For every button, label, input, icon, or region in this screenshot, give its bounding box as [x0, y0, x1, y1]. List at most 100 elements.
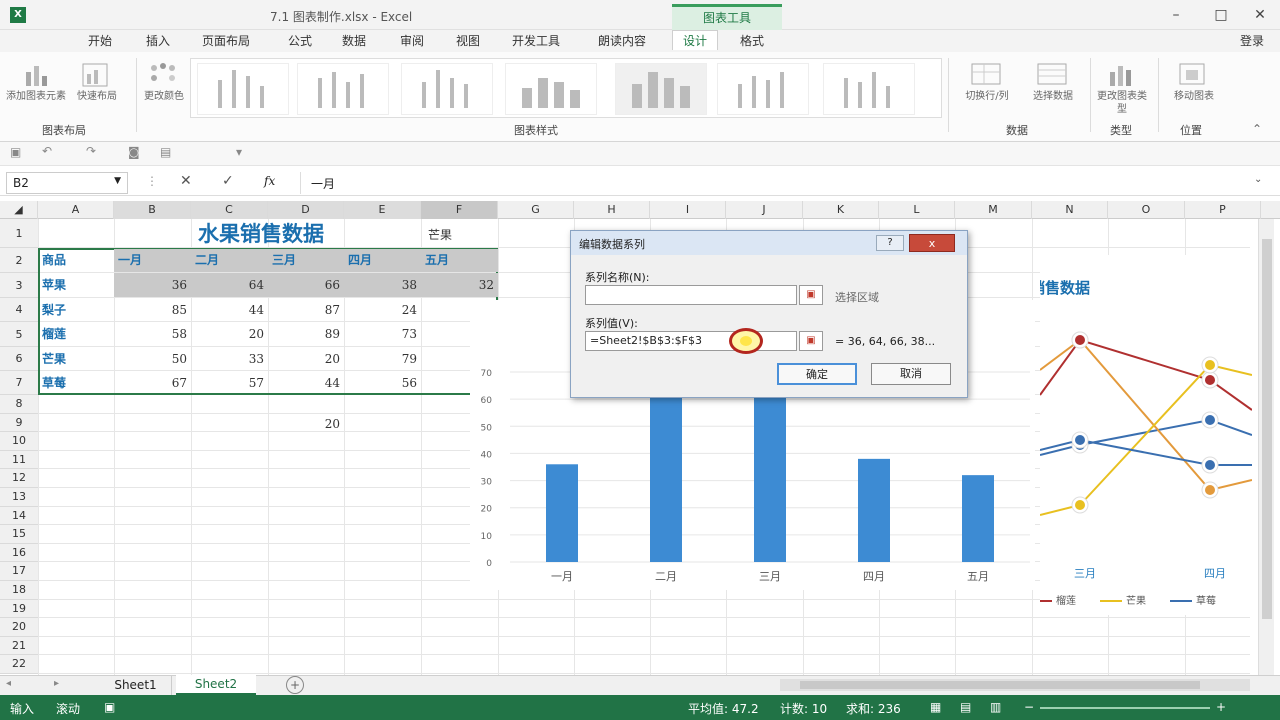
row-header[interactable]: 15: [0, 525, 38, 544]
table-cell[interactable]: 32: [421, 274, 498, 297]
cell-d9[interactable]: 20: [268, 413, 344, 436]
chart-style-thumb[interactable]: [401, 63, 493, 115]
row-header[interactable]: 1: [0, 219, 38, 248]
color-palette-icon[interactable]: [146, 60, 180, 90]
row-label-cell[interactable]: 芒果: [38, 348, 114, 371]
column-header[interactable]: L: [879, 201, 955, 219]
sheet-tab-sheet1[interactable]: Sheet1: [100, 676, 172, 695]
table-cell[interactable]: 24: [344, 299, 421, 322]
series-name-input[interactable]: [585, 285, 797, 305]
quick-layout-icon[interactable]: [80, 60, 110, 90]
move-chart-icon[interactable]: [1176, 60, 1208, 88]
row-label-cell[interactable]: 榴莲: [38, 323, 114, 346]
table-cell[interactable]: 33: [191, 348, 268, 371]
row-header[interactable]: 16: [0, 543, 38, 563]
row-label-cell[interactable]: 草莓: [38, 372, 114, 395]
table-cell[interactable]: 44: [268, 372, 344, 395]
row-header[interactable]: 17: [0, 562, 38, 581]
row-header[interactable]: 5: [0, 322, 38, 347]
column-header[interactable]: J: [726, 201, 803, 219]
column-header[interactable]: N: [1032, 201, 1108, 219]
row-header[interactable]: 11: [0, 450, 38, 470]
ok-button[interactable]: 确定: [777, 363, 857, 385]
cancel-button[interactable]: 取消: [871, 363, 951, 385]
table-cell[interactable]: 44: [191, 299, 268, 322]
table-cell[interactable]: 20: [191, 323, 268, 346]
switch-row-column-icon[interactable]: [968, 60, 1004, 88]
vertical-scrollbar[interactable]: [1258, 219, 1274, 675]
sheet-tab-sheet2[interactable]: Sheet2: [176, 675, 256, 695]
customize-qat-icon[interactable]: ▾: [236, 145, 242, 159]
add-sheet-icon[interactable]: +: [286, 676, 304, 694]
table-header-cell[interactable]: 一月: [114, 249, 191, 272]
row-header[interactable]: 22: [0, 655, 38, 674]
row-header[interactable]: 21: [0, 636, 38, 656]
close-icon[interactable]: ✕: [1250, 6, 1270, 24]
tab-format[interactable]: 格式: [740, 32, 764, 49]
bar[interactable]: [650, 388, 682, 562]
select-data-button[interactable]: 选择数据: [1022, 90, 1084, 103]
row-label-cell[interactable]: 梨子: [38, 299, 114, 322]
tab-home[interactable]: 开始: [88, 32, 112, 49]
tab-view[interactable]: 视图: [456, 32, 480, 49]
table-header-cell[interactable]: 五月: [421, 249, 498, 272]
table-cell[interactable]: 66: [268, 274, 344, 297]
bar[interactable]: [962, 475, 994, 562]
table-cell[interactable]: 20: [268, 348, 344, 371]
undo-icon[interactable]: ↶: [42, 144, 52, 158]
column-header[interactable]: I: [650, 201, 726, 219]
column-header[interactable]: H: [574, 201, 650, 219]
change-chart-type-button[interactable]: 更改图表类型: [1094, 90, 1150, 116]
redo-icon[interactable]: ↷: [86, 144, 96, 158]
table-header-cell[interactable]: 商品: [38, 249, 114, 272]
cell-f1[interactable]: 芒果: [424, 224, 456, 247]
row-header[interactable]: 20: [0, 618, 38, 637]
change-colors-button[interactable]: 更改颜色: [140, 90, 188, 103]
cancel-icon[interactable]: ✕: [180, 173, 192, 189]
chart-style-thumb[interactable]: [717, 63, 809, 115]
table-cell[interactable]: 89: [268, 323, 344, 346]
column-header[interactable]: K: [803, 201, 879, 219]
row-header[interactable]: 18: [0, 581, 38, 600]
normal-view-icon[interactable]: ▦: [930, 700, 941, 714]
column-header[interactable]: B: [114, 201, 191, 219]
add-chart-element-button[interactable]: 添加图表元素: [6, 90, 66, 103]
enter-icon[interactable]: ✓: [222, 173, 234, 189]
row-header[interactable]: 9: [0, 413, 38, 433]
tab-review[interactable]: 审阅: [400, 32, 424, 49]
column-header[interactable]: E: [344, 201, 421, 219]
row-header[interactable]: 10: [0, 432, 38, 451]
table-cell[interactable]: 67: [114, 372, 191, 395]
tab-insert[interactable]: 插入: [146, 32, 170, 49]
column-header[interactable]: D: [268, 201, 344, 219]
series-values-input[interactable]: =Sheet2!$B$3:$F$3: [585, 331, 797, 351]
table-cell[interactable]: 87: [268, 299, 344, 322]
table-cell[interactable]: 73: [344, 323, 421, 346]
minimize-icon[interactable]: –: [1166, 6, 1186, 24]
change-chart-type-icon[interactable]: [1106, 60, 1138, 88]
tab-page-layout[interactable]: 页面布局: [202, 32, 250, 49]
table-header-cell[interactable]: 三月: [268, 249, 344, 272]
table-cell[interactable]: 85: [114, 299, 191, 322]
bar[interactable]: [858, 458, 890, 562]
tab-design[interactable]: 设计: [672, 30, 719, 50]
table-header-cell[interactable]: 二月: [191, 249, 268, 272]
name-box[interactable]: B2 ▼: [6, 172, 128, 194]
restore-icon[interactable]: □: [1211, 6, 1231, 24]
camera-icon[interactable]: ◙: [128, 145, 140, 159]
help-button[interactable]: ?: [876, 235, 904, 251]
save-icon[interactable]: ▣: [10, 145, 21, 159]
table-cell[interactable]: 50: [114, 348, 191, 371]
table-cell[interactable]: 56: [344, 372, 421, 395]
switch-row-column-button[interactable]: 切换行/列: [952, 90, 1022, 103]
collapse-ribbon-icon[interactable]: ⌃: [1252, 122, 1262, 136]
formula-input[interactable]: 一月: [300, 172, 1260, 194]
zoom-slider[interactable]: [1040, 707, 1210, 709]
close-button[interactable]: x: [909, 234, 955, 252]
column-header[interactable]: F: [421, 201, 498, 219]
next-sheet-icon[interactable]: ▸: [54, 678, 59, 689]
chart-style-thumb[interactable]: [197, 63, 289, 115]
print-preview-icon[interactable]: ▤: [160, 145, 171, 159]
column-header[interactable]: A: [38, 201, 114, 219]
line-chart[interactable]: 水果销售数据 三月四月 苹果梨子榴莲芒果草莓: [1040, 255, 1252, 615]
